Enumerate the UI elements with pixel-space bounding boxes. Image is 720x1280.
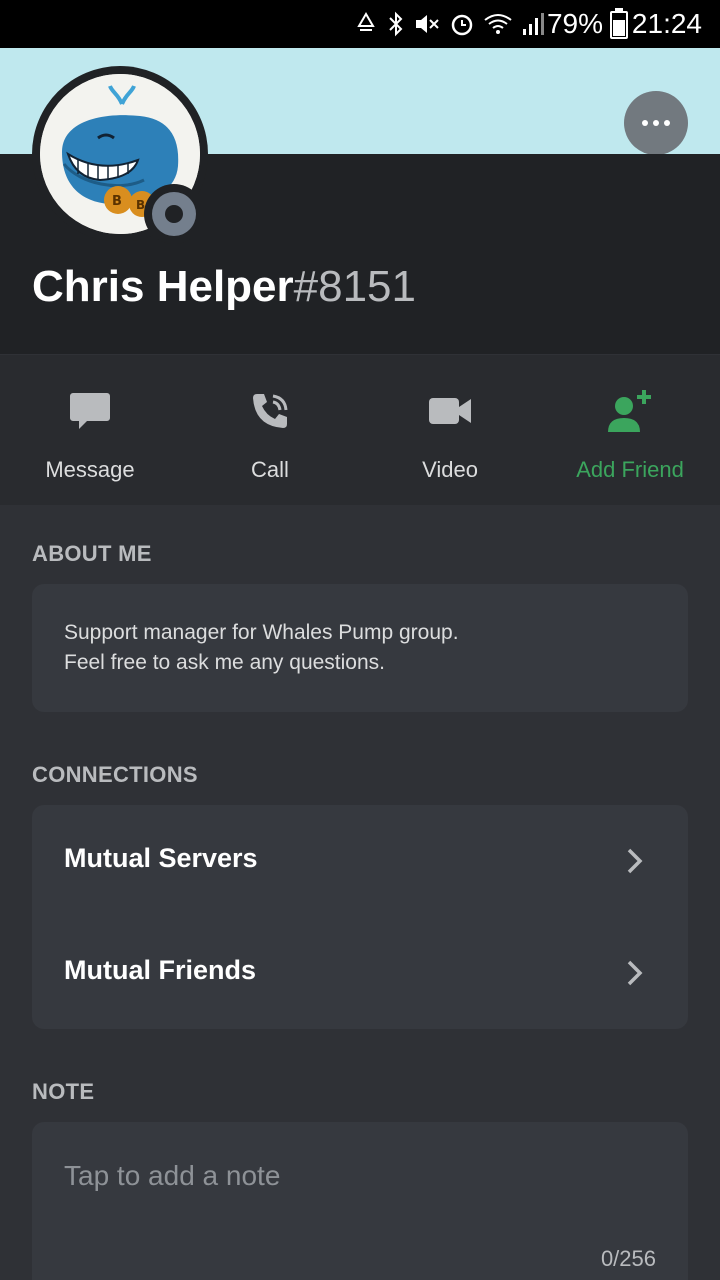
note-heading: NOTE: [32, 1079, 95, 1104]
profile-name: Chris Helper#8151: [32, 262, 416, 312]
chevron-right-icon: [627, 848, 643, 874]
add-friend-icon: [608, 390, 651, 432]
username: Chris Helper: [32, 262, 294, 311]
note-char-counter: 0/256: [600, 1246, 656, 1271]
video-icon: [429, 398, 471, 424]
mutual-servers-row[interactable]: Mutual Servers: [32, 805, 688, 917]
battery-icon: [610, 8, 628, 39]
about-line: Support manager for Whales Pump group.: [64, 621, 459, 644]
about-me-heading: ABOUT ME: [32, 541, 152, 566]
call-icon: [253, 394, 288, 428]
connections-card: Mutual Servers Mutual Friends: [32, 805, 688, 1029]
discriminator: #8151: [293, 262, 416, 311]
wifi-icon: [484, 14, 512, 34]
status-bar: 79% 21:24: [0, 0, 720, 48]
message-label: Message: [45, 457, 135, 482]
connections-heading: CONNECTIONS: [32, 762, 198, 787]
mutual-friends-row[interactable]: Mutual Friends: [32, 917, 688, 1029]
status-icons: [353, 10, 545, 38]
alarm-icon: [451, 14, 473, 36]
note-placeholder: Tap to add a note: [64, 1160, 281, 1191]
message-icon: [70, 393, 110, 429]
signal-icon: [523, 13, 544, 35]
mutual-friends-label: Mutual Friends: [64, 955, 257, 985]
chevron-right-icon: [627, 960, 643, 986]
add-friend-label: Add Friend: [576, 457, 684, 482]
action-bar: Message Call Video Add Friend: [0, 355, 720, 505]
clock: 21:24: [631, 8, 702, 39]
status-indicator: [144, 184, 204, 244]
call-button[interactable]: Call: [180, 355, 360, 505]
battery-percent: 79%: [546, 8, 603, 39]
mutual-servers-label: Mutual Servers: [64, 843, 258, 873]
about-line: Feel free to ask me any questions.: [64, 651, 385, 674]
bluetooth-icon: [389, 11, 403, 37]
video-label: Video: [422, 457, 478, 482]
message-button[interactable]: Message: [0, 355, 180, 505]
offline-status-icon: [152, 192, 196, 236]
call-label: Call: [251, 457, 289, 482]
about-me-card: Support manager for Whales Pump group. F…: [32, 584, 688, 712]
note-field[interactable]: Tap to add a note 0/256: [32, 1122, 688, 1280]
svg-text:B: B: [112, 194, 122, 209]
add-friend-button[interactable]: Add Friend: [540, 355, 720, 505]
about-me-text: Support manager for Whales Pump group. F…: [64, 618, 459, 678]
mute-icon: [416, 15, 439, 33]
more-options-button[interactable]: [624, 91, 688, 155]
recycle-icon: [357, 12, 375, 31]
video-button[interactable]: Video: [360, 355, 540, 505]
